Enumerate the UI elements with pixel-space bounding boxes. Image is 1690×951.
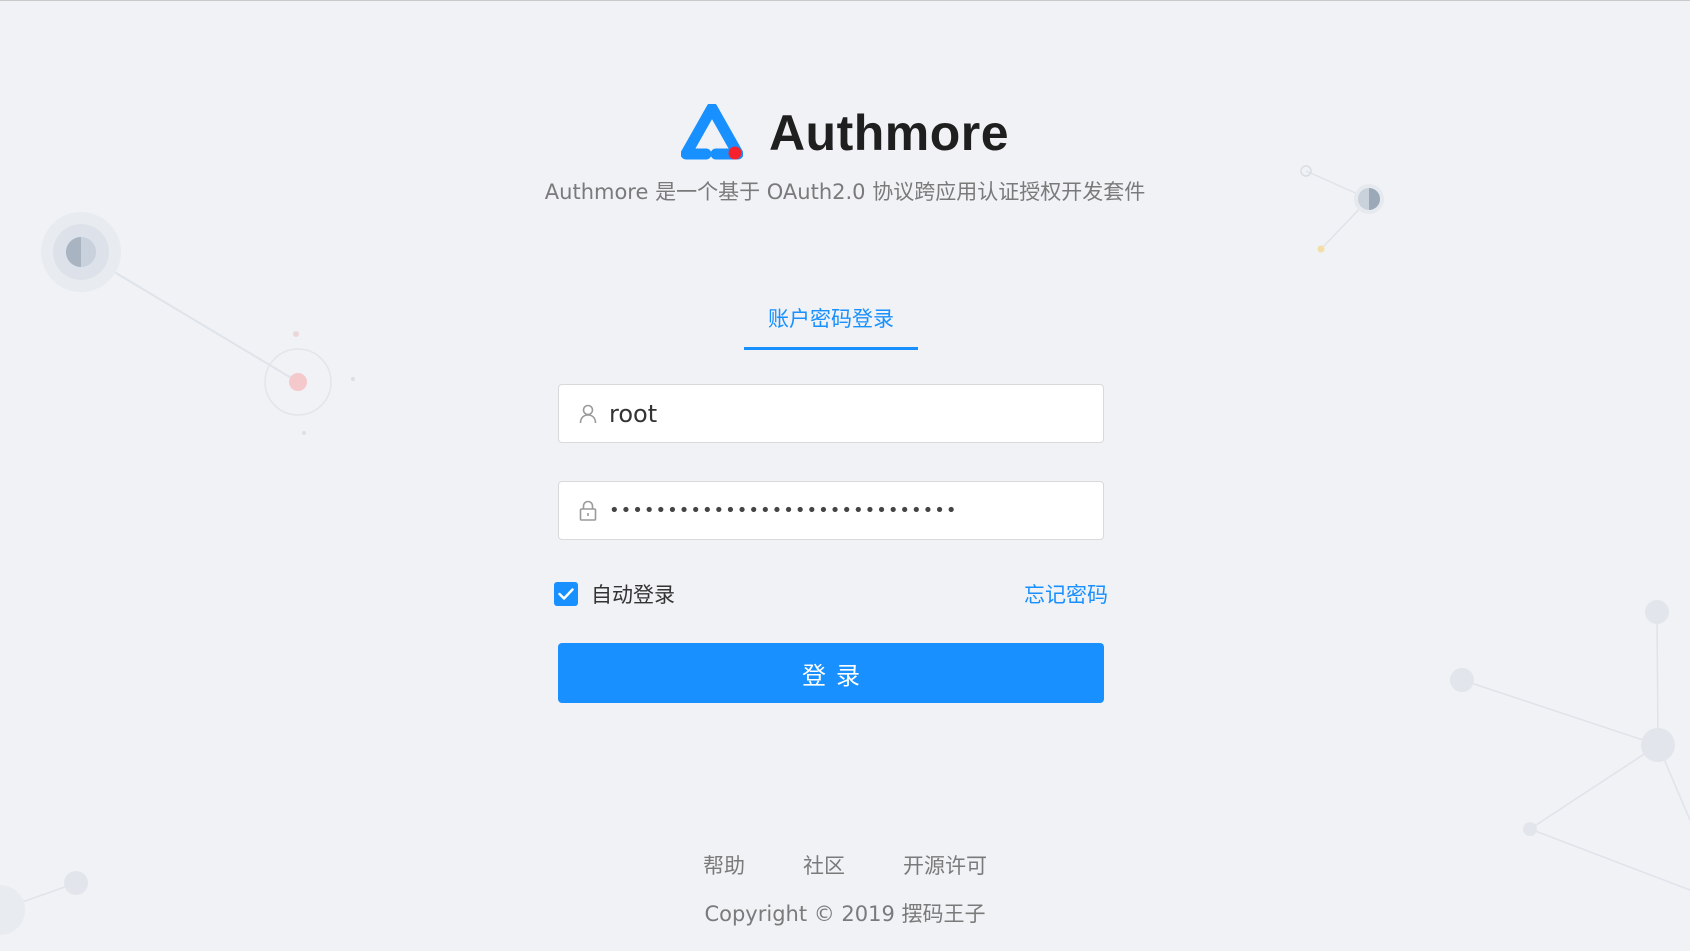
footer-link-license[interactable]: 开源许可	[903, 850, 987, 880]
copyright-text: Copyright © 2019 摆码王子	[704, 902, 986, 926]
username-field[interactable]	[558, 384, 1104, 443]
auto-login-checkbox[interactable]: 自动登录	[554, 579, 675, 609]
lock-icon	[577, 500, 599, 522]
user-icon	[577, 403, 599, 425]
brand: Authmore	[0, 100, 1690, 166]
footer-link-community[interactable]: 社区	[803, 850, 845, 880]
brand-header: Authmore Authmore 是一个基于 OAuth2.0 协议跨应用认证…	[0, 100, 1690, 206]
footer-links: 帮助 社区 开源许可	[0, 850, 1690, 880]
authmore-logo-icon	[680, 104, 743, 160]
username-input[interactable]	[609, 393, 1103, 434]
password-field[interactable]: ••••••••••••••••••••••••••••••	[558, 481, 1104, 540]
brand-title: Authmore	[768, 105, 1010, 161]
auto-login-label[interactable]: 自动登录	[591, 579, 675, 609]
login-button[interactable]: 登录	[558, 643, 1104, 703]
footer-link-help[interactable]: 帮助	[703, 850, 745, 880]
password-input[interactable]: ••••••••••••••••••••••••••••••	[609, 500, 1103, 521]
window-top-border	[0, 0, 1690, 1]
brand-subtitle: Authmore 是一个基于 OAuth2.0 协议跨应用认证授权开发套件	[544, 180, 1146, 204]
footer: 帮助 社区 开源许可 Copyright © 2019 摆码王子	[0, 850, 1690, 928]
login-options-row: 自动登录 忘记密码	[554, 578, 1108, 610]
tab-account-password-login[interactable]: 账户密码登录	[744, 302, 918, 350]
checkbox-checked-icon[interactable]	[554, 582, 578, 606]
forgot-password-link[interactable]: 忘记密码	[1024, 579, 1108, 609]
